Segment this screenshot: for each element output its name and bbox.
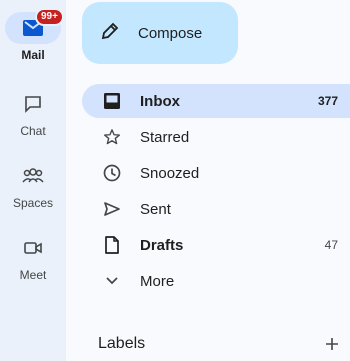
mail-icon: 99+ — [5, 8, 64, 44]
folder-drafts[interactable]: Drafts 47 — [82, 228, 350, 262]
rail-item-label: Spaces — [12, 196, 54, 210]
rail-item-label: Meet — [19, 268, 47, 282]
spaces-icon — [17, 160, 49, 192]
folder-label: Drafts — [140, 236, 184, 254]
folder-inbox[interactable]: Inbox 377 — [82, 84, 350, 118]
rail-item-mail[interactable]: 99+ Mail — [0, 8, 66, 62]
folder-count: 377 — [317, 94, 338, 108]
folder-sent[interactable]: Sent — [82, 192, 350, 226]
meet-icon — [17, 232, 49, 264]
labels-header: Labels — [98, 330, 350, 358]
clock-icon — [102, 163, 122, 183]
rail-item-chat[interactable]: Chat — [0, 88, 66, 138]
rail-item-label: Mail — [21, 48, 45, 62]
inbox-icon — [102, 91, 122, 111]
folder-label: Snoozed — [140, 164, 200, 182]
folder-count: 47 — [324, 238, 338, 252]
folder-label: Sent — [140, 200, 171, 218]
folder-starred[interactable]: Starred — [82, 120, 350, 154]
draft-icon — [102, 235, 122, 255]
star-icon — [102, 127, 122, 147]
folder-label: Inbox — [140, 92, 180, 110]
folder-more[interactable]: More — [82, 264, 350, 298]
rail-item-meet[interactable]: Meet — [0, 232, 66, 282]
pencil-icon — [100, 21, 120, 46]
folder-label: More — [140, 272, 175, 290]
chevron-down-icon — [102, 271, 122, 291]
unread-badge: 99+ — [35, 8, 64, 26]
app-rail: 99+ Mail Chat Spaces Meet — [0, 0, 66, 361]
folder-label: Starred — [140, 128, 190, 146]
rail-item-spaces[interactable]: Spaces — [0, 160, 66, 210]
compose-button[interactable]: Compose — [82, 2, 238, 64]
folder-nav: Compose Inbox 377 Starred Snoozed Sent D… — [66, 0, 350, 361]
rail-item-label: Chat — [20, 124, 46, 138]
labels-title: Labels — [98, 335, 146, 352]
chat-icon — [17, 88, 49, 120]
compose-label: Compose — [138, 24, 203, 42]
folder-snoozed[interactable]: Snoozed — [82, 156, 350, 190]
plus-icon[interactable] — [318, 330, 346, 358]
send-icon — [102, 199, 122, 219]
